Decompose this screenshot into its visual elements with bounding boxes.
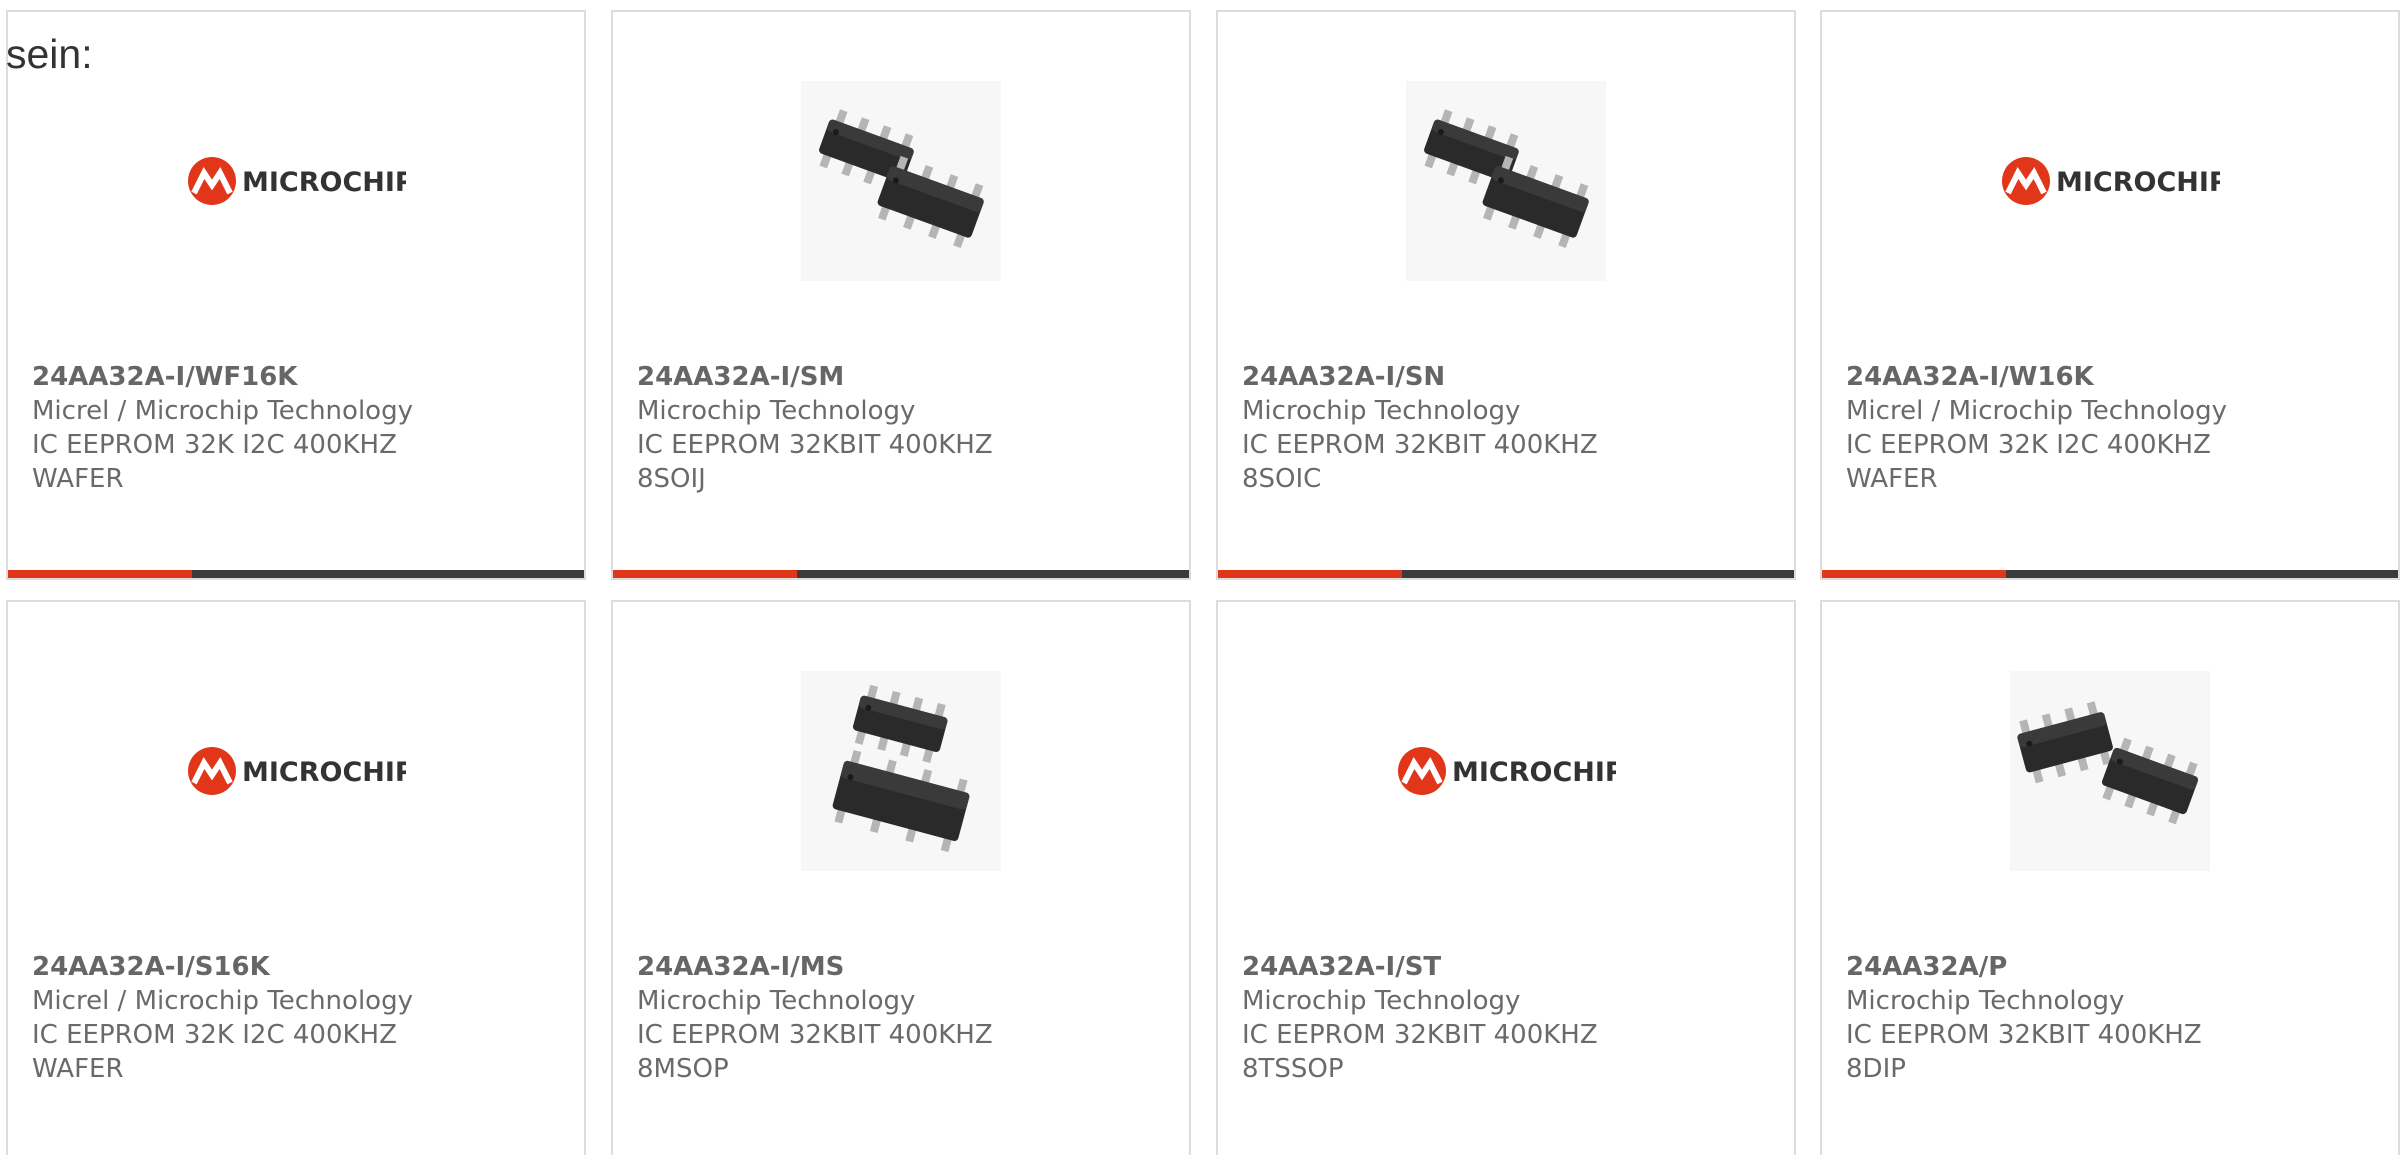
card-accent-highlight <box>1822 570 2007 578</box>
product-card[interactable]: MICROCHIP 24AA32A-I/ST Microchip Technolog… <box>1216 600 1796 1155</box>
microchip-logo[interactable]: MICROCHIP <box>8 666 584 876</box>
microchip-logo[interactable]: MICROCHIP <box>1822 76 2398 286</box>
product-description: IC EEPROM 32K I2C 400KHZ WAFER <box>32 1020 397 1084</box>
product-description: IC EEPROM 32KBIT 400KHZ 8SOIJ <box>637 430 993 494</box>
part-number-link[interactable]: 24AA32A-I/WF16K <box>32 360 560 394</box>
part-number-link[interactable]: 24AA32A-I/SN <box>1242 360 1770 394</box>
manufacturer: Micrel / Microchip Technology <box>1846 396 2227 426</box>
product-card[interactable]: 24AA32A/P Microchip Technology IC EEPROM 3… <box>1820 600 2400 1155</box>
svg-text:MICROCHIP: MICROCHIP <box>242 167 406 198</box>
svg-text:MICROCHIP: MICROCHIP <box>2056 167 2220 198</box>
product-card[interactable]: MICROCHIP 24AA32A-I/S16K Micrel / Microchi… <box>6 600 586 1155</box>
microchip-logo[interactable]: MICROCHIP <box>1218 666 1794 876</box>
product-card[interactable]: 24AA32A-I/SM Microchip Technology IC EEPRO… <box>611 10 1191 580</box>
product-info: 24AA32A-I/WF16K Micrel / Microchip Techno… <box>32 360 560 496</box>
product-description: IC EEPROM 32KBIT 400KHZ 8MSOP <box>637 1020 993 1084</box>
product-image[interactable] <box>613 666 1189 876</box>
product-info: 24AA32A-I/S16K Micrel / Microchip Technol… <box>32 950 560 1086</box>
product-grid: MICROCHIP 24AA32A-I/WF16K Micrel / Microch… <box>0 0 2400 1155</box>
product-card[interactable]: 24AA32A-I/SN Microchip Technology IC EEPRO… <box>1216 10 1796 580</box>
manufacturer: Microchip Technology <box>1846 986 2125 1016</box>
card-accent-bar <box>613 570 1189 578</box>
product-info: 24AA32A/P Microchip Technology IC EEPROM 3… <box>1846 950 2374 1086</box>
manufacturer: Micrel / Microchip Technology <box>32 986 413 1016</box>
soic-chip-photo <box>801 81 1001 281</box>
manufacturer: Micrel / Microchip Technology <box>32 396 413 426</box>
manufacturer: Microchip Technology <box>1242 396 1521 426</box>
product-image[interactable] <box>1218 76 1794 286</box>
product-card[interactable]: MICROCHIP 24AA32A-I/WF16K Micrel / Microch… <box>6 10 586 580</box>
part-number-link[interactable]: 24AA32A-I/W16K <box>1846 360 2374 394</box>
svg-text:MICROCHIP: MICROCHIP <box>1452 757 1616 788</box>
msop-chip-photo <box>801 671 1001 871</box>
dip-chip-photo <box>2010 671 2210 871</box>
product-info: 24AA32A-I/MS Microchip Technology IC EEPRO… <box>637 950 1165 1086</box>
part-number-link[interactable]: 24AA32A/P <box>1846 950 2374 984</box>
intro-text: sein: <box>6 31 93 77</box>
card-accent-highlight <box>613 570 798 578</box>
product-grid-page: sein: MICROCHIP 24AA32A-I/WF16K Micrel / M… <box>0 0 2400 1155</box>
part-number-link[interactable]: 24AA32A-I/S16K <box>32 950 560 984</box>
manufacturer: Microchip Technology <box>1242 986 1521 1016</box>
product-card[interactable]: MICROCHIP 24AA32A-I/W16K Micrel / Microchi… <box>1820 10 2400 580</box>
microchip-logo[interactable]: MICROCHIP <box>8 76 584 286</box>
product-description: IC EEPROM 32K I2C 400KHZ WAFER <box>32 430 397 494</box>
svg-text:MICROCHIP: MICROCHIP <box>242 757 406 788</box>
product-info: 24AA32A-I/SM Microchip Technology IC EEPRO… <box>637 360 1165 496</box>
card-accent-highlight <box>8 570 193 578</box>
manufacturer: Microchip Technology <box>637 396 916 426</box>
product-description: IC EEPROM 32KBIT 400KHZ 8DIP <box>1846 1020 2202 1084</box>
part-number-link[interactable]: 24AA32A-I/ST <box>1242 950 1770 984</box>
card-accent-bar <box>1822 570 2398 578</box>
soic-chip-photo <box>1406 81 1606 281</box>
card-accent-bar <box>1218 570 1794 578</box>
product-description: IC EEPROM 32KBIT 400KHZ 8TSSOP <box>1242 1020 1598 1084</box>
product-card[interactable]: 24AA32A-I/MS Microchip Technology IC EEPRO… <box>611 600 1191 1155</box>
product-description: IC EEPROM 32KBIT 400KHZ 8SOIC <box>1242 430 1598 494</box>
product-info: 24AA32A-I/W16K Micrel / Microchip Technol… <box>1846 360 2374 496</box>
product-image[interactable] <box>613 76 1189 286</box>
product-info: 24AA32A-I/SN Microchip Technology IC EEPRO… <box>1242 360 1770 496</box>
product-image[interactable] <box>1822 666 2398 876</box>
manufacturer: Microchip Technology <box>637 986 916 1016</box>
product-info: 24AA32A-I/ST Microchip Technology IC EEPRO… <box>1242 950 1770 1086</box>
product-description: IC EEPROM 32K I2C 400KHZ WAFER <box>1846 430 2211 494</box>
part-number-link[interactable]: 24AA32A-I/MS <box>637 950 1165 984</box>
card-accent-highlight <box>1218 570 1403 578</box>
part-number-link[interactable]: 24AA32A-I/SM <box>637 360 1165 394</box>
card-accent-bar <box>8 570 584 578</box>
